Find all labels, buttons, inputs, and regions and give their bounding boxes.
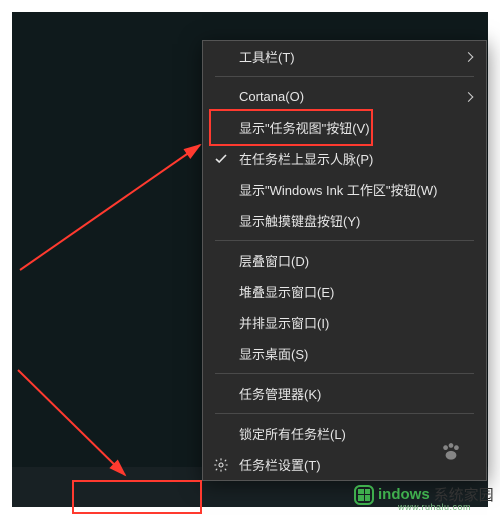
gear-icon bbox=[213, 457, 229, 473]
menu-item-label: 工具栏(T) bbox=[239, 47, 295, 66]
menu-item-label: 在任务栏上显示人脉(P) bbox=[239, 149, 373, 168]
watermark-brand: indows bbox=[378, 486, 430, 503]
watermark-url: www.ruhalu.com bbox=[398, 502, 471, 512]
menu-item[interactable]: 在任务栏上显示人脉(P) bbox=[203, 143, 486, 174]
menu-item-label: 任务栏设置(T) bbox=[239, 455, 321, 474]
menu-item-label: 并排显示窗口(I) bbox=[239, 313, 329, 332]
taskbar-context-menu: 工具栏(T) Cortana(O) 显示"任务视图"按钮(V) 在任务栏上显示人脉(P… bbox=[202, 40, 487, 481]
menu-item[interactable]: 层叠窗口(D) bbox=[203, 245, 486, 276]
menu-item-label: 显示触摸键盘按钮(Y) bbox=[239, 211, 360, 230]
menu-separator bbox=[215, 76, 474, 77]
menu-separator bbox=[215, 240, 474, 241]
menu-item[interactable]: 任务管理器(K) bbox=[203, 378, 486, 409]
menu-item[interactable]: 并排显示窗口(I) bbox=[203, 307, 486, 338]
windows-logo-icon bbox=[354, 485, 374, 505]
menu-item-label: 堆叠显示窗口(E) bbox=[239, 282, 334, 301]
menu-item-label: 锁定所有任务栏(L) bbox=[239, 424, 346, 443]
menu-item-label: 显示桌面(S) bbox=[239, 344, 308, 363]
paw-icon bbox=[438, 439, 464, 465]
menu-item-label: 显示"任务视图"按钮(V) bbox=[239, 118, 370, 137]
menu-item[interactable]: 显示桌面(S) bbox=[203, 338, 486, 369]
check-icon bbox=[215, 153, 227, 165]
menu-item[interactable]: 显示"任务视图"按钮(V) bbox=[203, 112, 486, 143]
menu-separator bbox=[215, 373, 474, 374]
menu-item[interactable]: 显示触摸键盘按钮(Y) bbox=[203, 205, 486, 236]
menu-item[interactable]: Cortana(O) bbox=[203, 81, 486, 112]
menu-item[interactable]: 显示"Windows Ink 工作区"按钮(W) bbox=[203, 174, 486, 205]
menu-item[interactable]: 堆叠显示窗口(E) bbox=[203, 276, 486, 307]
menu-item-label: 显示"Windows Ink 工作区"按钮(W) bbox=[239, 180, 437, 199]
menu-item-label: 层叠窗口(D) bbox=[239, 251, 309, 270]
menu-item[interactable]: 工具栏(T) bbox=[203, 41, 486, 72]
menu-separator bbox=[215, 413, 474, 414]
menu-item-label: 任务管理器(K) bbox=[239, 384, 321, 403]
menu-item-label: Cortana(O) bbox=[239, 89, 304, 104]
